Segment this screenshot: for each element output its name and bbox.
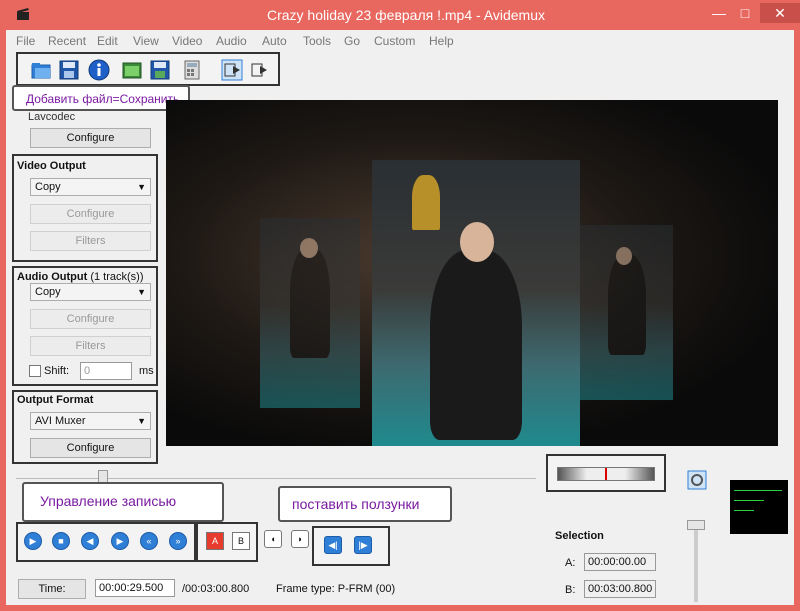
next-frame-icon[interactable]: ▶ — [111, 532, 129, 550]
audio-codec-select[interactable]: Copy ▼ — [30, 283, 151, 301]
jog-shuttle[interactable] — [546, 454, 666, 492]
decoder-name: Lavcodec — [28, 111, 76, 123]
chevron-down-icon: ▼ — [137, 182, 146, 192]
video-codec-value: Copy — [35, 181, 61, 193]
previous-keyframe-icon[interactable]: ◀| — [324, 536, 342, 554]
audio-codec-value: Copy — [35, 286, 61, 298]
menu-tools[interactable]: Tools — [303, 34, 331, 48]
video-filters-button[interactable]: Filters — [30, 231, 151, 251]
audio-output-title: Audio Output (1 track(s)) — [17, 271, 144, 283]
save-image-icon[interactable] — [149, 59, 171, 81]
format-configure-button[interactable]: Configure — [30, 438, 151, 458]
playback-controls: ▶ ■ ◀ ▶ « » — [16, 522, 196, 562]
title-bar: Crazy holiday 23 февраля !.mp4 - Avidemu… — [6, 0, 800, 30]
sliders-callout: поставить ползунки — [278, 486, 452, 522]
frame-type: Frame type: P-FRM (00) — [276, 583, 396, 595]
selection-a-label: A: — [565, 557, 576, 569]
open-image-icon[interactable] — [121, 59, 143, 81]
volume-icon[interactable] — [687, 470, 707, 490]
main-area: File Recent Edit View Video Audio Auto T… — [6, 30, 794, 605]
menu-video[interactable]: Video — [172, 34, 202, 48]
menu-file[interactable]: File — [16, 34, 35, 48]
info-icon[interactable] — [88, 59, 110, 81]
menu-view[interactable]: View — [133, 34, 159, 48]
selection-title: Selection — [555, 530, 604, 542]
chevron-down-icon: ▼ — [137, 287, 146, 297]
toolbar-tooltip: Добавить файл=Сохранить — [12, 85, 190, 111]
calculator-icon[interactable] — [181, 59, 203, 81]
audio-output-title-text: Audio Output — [17, 271, 88, 283]
shift-label: Shift: — [44, 365, 70, 377]
menu-edit[interactable]: Edit — [97, 34, 118, 48]
video-codec-select[interactable]: Copy ▼ — [30, 178, 151, 196]
decoder-configure-button[interactable]: Configure — [30, 128, 151, 148]
fast-forward-icon[interactable]: » — [169, 532, 187, 550]
menu-bar: File Recent Edit View Video Audio Auto T… — [6, 30, 794, 50]
output-format-title: Output Format — [17, 394, 94, 406]
jog-wheel[interactable] — [557, 467, 655, 481]
muxer-select[interactable]: AVI Muxer ▼ — [30, 412, 151, 430]
goto-marker-b-icon[interactable]: ◗ — [291, 530, 309, 548]
previous-frame-icon[interactable]: ◀ — [81, 532, 99, 550]
audio-configure-button[interactable]: Configure — [30, 309, 151, 329]
video-output-title: Video Output — [17, 160, 86, 172]
open-folder-icon[interactable] — [30, 59, 52, 81]
shift-checkbox[interactable] — [29, 365, 41, 377]
play-icon[interactable]: ▶ — [24, 532, 42, 550]
volume-slider-thumb[interactable] — [687, 520, 705, 530]
audio-meter — [730, 480, 788, 534]
preview-frame-left — [260, 218, 360, 408]
selection-b-field[interactable]: 00:03:00.800 — [584, 580, 656, 598]
chevron-down-icon: ▼ — [137, 416, 146, 426]
trophy — [412, 175, 440, 230]
menu-help[interactable]: Help — [429, 34, 454, 48]
next-keyframe-icon[interactable]: |▶ — [354, 536, 372, 554]
volume-slider-track[interactable] — [694, 524, 698, 602]
total-time: /00:03:00.800 — [182, 583, 250, 595]
play-input-icon[interactable] — [221, 59, 243, 81]
current-time-field[interactable]: 00:00:29.500 — [95, 579, 175, 597]
menu-audio[interactable]: Audio — [216, 34, 247, 48]
selection-b-label: B: — [565, 584, 576, 596]
marker-controls: A B — [196, 522, 258, 562]
audio-filters-button[interactable]: Filters — [30, 336, 151, 356]
stop-icon[interactable]: ■ — [52, 532, 70, 550]
video-preview — [166, 100, 778, 446]
preview-frame-main — [372, 160, 580, 446]
time-button[interactable]: Time: — [18, 579, 86, 599]
muxer-value: AVI Muxer — [35, 415, 86, 427]
menu-custom[interactable]: Custom — [374, 34, 415, 48]
recording-callout: Управление записью — [22, 482, 224, 522]
goto-marker-a-icon[interactable]: ◖ — [264, 530, 282, 548]
rewind-icon[interactable]: « — [140, 532, 158, 550]
main-toolbar — [16, 52, 280, 86]
marker-b-button[interactable]: B — [232, 532, 250, 550]
shift-input[interactable]: 0 — [80, 362, 132, 380]
play-output-icon[interactable] — [248, 59, 270, 81]
marker-a-button[interactable]: A — [206, 532, 224, 550]
menu-go[interactable]: Go — [344, 34, 360, 48]
save-disk-icon[interactable] — [58, 59, 80, 81]
minimize-button[interactable]: — — [706, 3, 732, 23]
selection-a-field[interactable]: 00:00:00.00 — [584, 553, 656, 571]
shift-unit: ms — [139, 365, 154, 377]
video-configure-button[interactable]: Configure — [30, 204, 151, 224]
maximize-button[interactable]: □ — [732, 3, 758, 23]
audio-track-count: (1 track(s)) — [90, 271, 144, 283]
preview-frame-right — [578, 225, 673, 400]
window-title: Crazy holiday 23 февраля !.mp4 - Avidemu… — [266, 7, 546, 23]
menu-recent[interactable]: Recent — [48, 34, 86, 48]
keyframe-controls: ◀| |▶ — [312, 526, 390, 566]
jog-marker — [605, 468, 607, 480]
close-button[interactable]: ✕ — [760, 3, 800, 23]
menu-auto[interactable]: Auto — [262, 34, 287, 48]
